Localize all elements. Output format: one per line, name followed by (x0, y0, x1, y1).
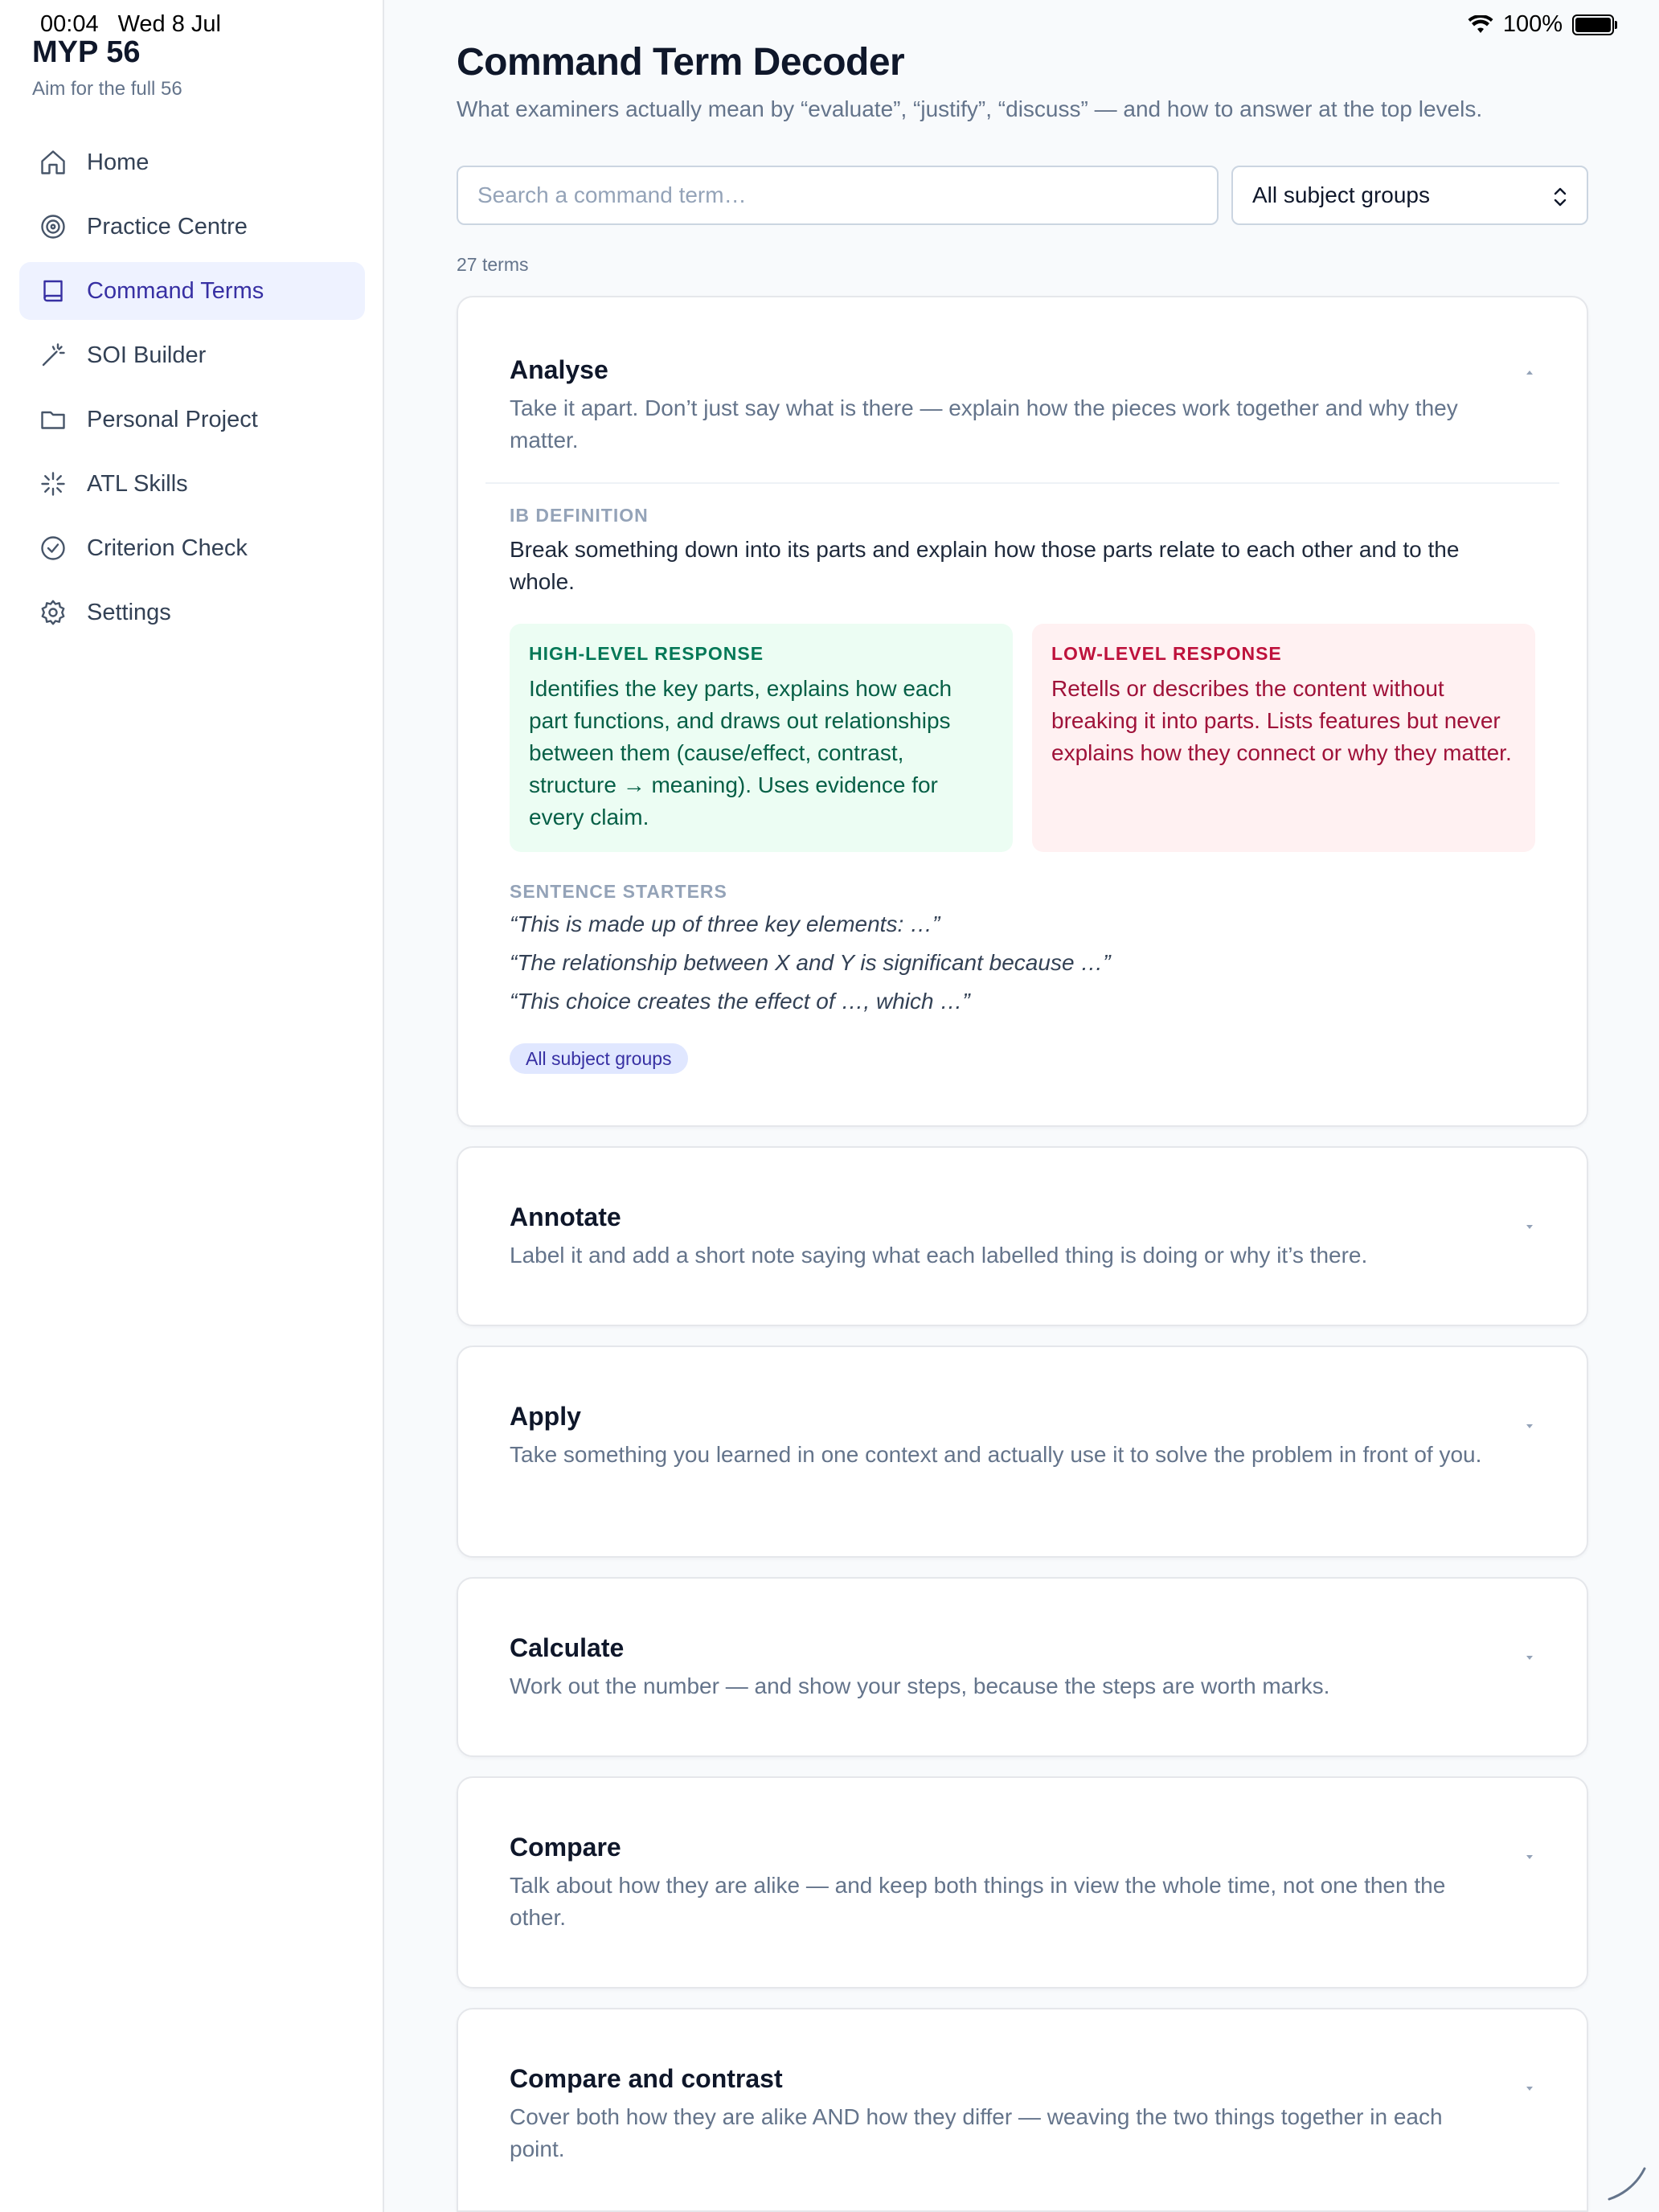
wand-icon (39, 341, 68, 370)
sidebar-item-label: Practice Centre (87, 213, 248, 240)
app-brand: MYP 56 (32, 35, 141, 69)
select-value: All subject groups (1252, 182, 1431, 207)
wifi-icon (1468, 14, 1493, 33)
term-card-analyse: Analyse Take it apart. Don’t just say wh… (457, 296, 1588, 1127)
scroll-indicator-icon (1608, 2167, 1646, 2201)
chevron-updown-icon (1554, 187, 1567, 207)
sentence-starter: “This choice creates the effect of …, wh… (510, 989, 970, 1014)
term-title: Calculate (510, 1633, 625, 1662)
term-summary: Take it apart. Don’t just say what is th… (510, 395, 1458, 453)
status-time: 00:04 (40, 11, 99, 37)
term-title: Apply (510, 1402, 581, 1431)
sidebar-item-home[interactable]: Home (19, 133, 365, 191)
term-summary: Talk about how they are alike — and keep… (510, 1873, 1446, 1930)
sidebar-nav: Home Practice Centre Command Terms SOI B… (19, 133, 365, 648)
term-card-annotate[interactable]: Annotate Label it and add a short note s… (457, 1146, 1588, 1326)
sidebar-item-settings[interactable]: Settings (19, 584, 365, 641)
term-card-calculate[interactable]: Calculate Work out the number — and show… (457, 1577, 1588, 1757)
sentence-starter: “This is made up of three key elements: … (510, 911, 940, 936)
subject-group-tag: All subject groups (510, 1043, 688, 1074)
sidebar-item-practice-centre[interactable]: Practice Centre (19, 198, 365, 256)
term-summary: Label it and add a short note saying wha… (510, 1243, 1368, 1268)
page-title: Command Term Decoder (457, 41, 905, 84)
term-title: Annotate (510, 1202, 621, 1231)
status-bar-right: 100% (1468, 11, 1617, 38)
sidebar-item-personal-project[interactable]: Personal Project (19, 391, 365, 449)
definition-label: IB DEFINITION (510, 505, 649, 526)
term-card-compare-and-contrast[interactable]: Compare and contrast Cover both how they… (457, 2008, 1588, 2212)
sentence-starters-label: SENTENCE STARTERS (510, 881, 727, 902)
gear-icon (39, 598, 68, 627)
sidebar-item-label: Criterion Check (87, 535, 248, 561)
sidebar-item-label: Home (87, 149, 150, 175)
status-bar-left: 00:04 Wed 8 Jul (40, 11, 221, 38)
subject-group-select[interactable]: All subject groups (1231, 166, 1588, 225)
term-card-header[interactable]: Analyse Take it apart. Don’t just say wh… (458, 297, 1587, 482)
high-level-response: HIGH-LEVEL RESPONSE Identifies the key p… (510, 624, 1013, 852)
high-level-text: Identifies the key parts, explains how e… (529, 676, 952, 830)
sidebar-item-criterion-check[interactable]: Criterion Check (19, 519, 365, 577)
sidebar-item-atl-skills[interactable]: ATL Skills (19, 455, 365, 513)
check-circle-icon (39, 534, 68, 563)
term-card-apply[interactable]: Apply Take something you learned in one … (457, 1346, 1588, 1558)
page-subtitle: What examiners actually mean by “evaluat… (457, 96, 1483, 121)
term-summary: Cover both how they are alike AND how th… (510, 2104, 1443, 2161)
chevron-down-icon (1526, 1225, 1533, 1229)
sentence-starter: “The relationship between X and Y is sig… (510, 950, 1111, 975)
ib-definition: Break something down into its parts and … (510, 537, 1460, 594)
sidebar-item-label: Settings (87, 599, 171, 625)
term-title: Compare and contrast (510, 2064, 783, 2093)
battery-icon (1572, 14, 1617, 35)
chevron-down-icon (1526, 1424, 1533, 1428)
sidebar-item-label: ATL Skills (87, 470, 188, 497)
status-date: Wed 8 Jul (117, 11, 221, 37)
term-summary: Take something you learned in one contex… (510, 1442, 1482, 1467)
term-title: Compare (510, 1833, 621, 1862)
card-divider (485, 482, 1559, 484)
low-level-text: Retells or describes the content without… (1051, 676, 1512, 765)
target-icon (39, 212, 68, 241)
home-icon (39, 148, 68, 177)
battery-percent: 100% (1502, 11, 1563, 37)
term-summary: Work out the number — and show your step… (510, 1673, 1330, 1698)
sidebar-item-label: Command Terms (87, 277, 264, 304)
folder-icon (39, 405, 68, 434)
search-input[interactable] (457, 166, 1219, 225)
chevron-down-icon (1526, 1656, 1533, 1660)
chevron-up-icon (1526, 371, 1533, 375)
sidebar-item-soi-builder[interactable]: SOI Builder (19, 326, 365, 384)
chevron-down-icon (1526, 1855, 1533, 1859)
sparkle-icon (39, 469, 68, 498)
high-level-label: HIGH-LEVEL RESPONSE (529, 643, 764, 664)
term-title: Analyse (510, 355, 608, 384)
sidebar-item-command-terms[interactable]: Command Terms (19, 262, 365, 320)
low-level-label: LOW-LEVEL RESPONSE (1051, 643, 1282, 664)
book-icon (39, 276, 68, 305)
sidebar: MYP 56 Aim for the full 56 Home Practice… (0, 0, 384, 2212)
term-card-compare[interactable]: Compare Talk about how they are alike — … (457, 1776, 1588, 1989)
sidebar-item-label: Personal Project (87, 406, 258, 432)
sidebar-item-label: SOI Builder (87, 342, 207, 368)
app-tagline: Aim for the full 56 (32, 78, 182, 100)
term-count: 27 terms (457, 254, 529, 275)
chevron-down-icon (1526, 2087, 1533, 2091)
low-level-response: LOW-LEVEL RESPONSE Retells or describes … (1032, 624, 1535, 852)
